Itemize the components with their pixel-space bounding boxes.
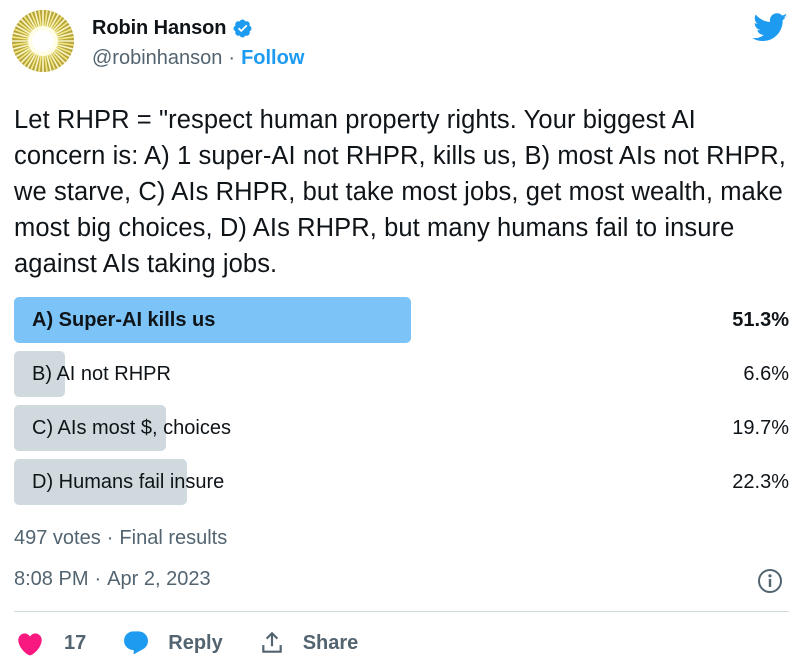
poll-meta-separator: · (106, 527, 114, 549)
handle-row: @robinhanson · Follow (92, 47, 304, 70)
follow-button[interactable]: Follow (241, 47, 304, 70)
sunburst-avatar-icon (12, 10, 74, 72)
share-label[interactable]: Share (303, 632, 359, 655)
poll-option: D) Humans fail insure 22.3% (14, 459, 789, 505)
poll-option-label: D) Humans fail insure (32, 471, 225, 493)
share-button[interactable]: Share (259, 630, 359, 656)
author-name[interactable]: Robin Hanson (92, 17, 226, 40)
poll-status: Final results (119, 527, 228, 549)
handle-separator: · (228, 47, 236, 69)
poll-option-percent: 6.6% (743, 363, 789, 385)
poll-votes: 497 votes (14, 527, 101, 549)
heart-icon[interactable] (16, 630, 44, 656)
share-upload-icon[interactable] (259, 630, 285, 656)
tweet-text: Let RHPR = "respect human property right… (14, 106, 786, 278)
divider (14, 611, 789, 612)
verified-badge-icon (232, 18, 253, 39)
tweet-time[interactable]: 8:08 PM (14, 568, 88, 591)
poll-option: B) AI not RHPR 6.6% (14, 351, 789, 397)
poll-option-percent: 19.7% (732, 417, 789, 439)
reply-label[interactable]: Reply (168, 632, 222, 655)
poll-option: A) Super-AI kills us 51.3% (14, 297, 789, 343)
timestamp-separator: · (94, 568, 102, 590)
tweet-date[interactable]: Apr 2, 2023 (107, 568, 210, 591)
reply-button[interactable]: Reply (122, 630, 223, 656)
poll-option-label: B) AI not RHPR (32, 363, 171, 385)
poll: A) Super-AI kills us 51.3% B) AI not RHPR 6… (14, 297, 789, 513)
reply-bubble-icon[interactable] (122, 630, 150, 656)
tweet-timestamp[interactable]: 8:08 PM · Apr 2, 2023 (14, 568, 211, 591)
twitter-bird-icon[interactable] (752, 13, 788, 43)
like-button[interactable]: 17 (16, 630, 86, 656)
poll-meta: 497 votes · Final results (14, 527, 227, 550)
action-bar: 17 Reply Share (16, 626, 358, 660)
poll-option-percent: 51.3% (732, 309, 789, 331)
poll-option-label: C) AIs most $, choices (32, 417, 231, 439)
author-name-row: Robin Hanson (92, 17, 253, 40)
poll-option-label: A) Super-AI kills us (32, 309, 216, 331)
tweet-card: Robin Hanson @robinhanson · Follow Let R… (0, 0, 799, 666)
author-handle[interactable]: @robinhanson (92, 47, 222, 70)
poll-option: C) AIs most $, choices 19.7% (14, 405, 789, 451)
info-icon[interactable] (757, 568, 783, 594)
poll-option-percent: 22.3% (732, 471, 789, 493)
avatar[interactable] (12, 10, 74, 72)
like-count[interactable]: 17 (64, 632, 86, 655)
